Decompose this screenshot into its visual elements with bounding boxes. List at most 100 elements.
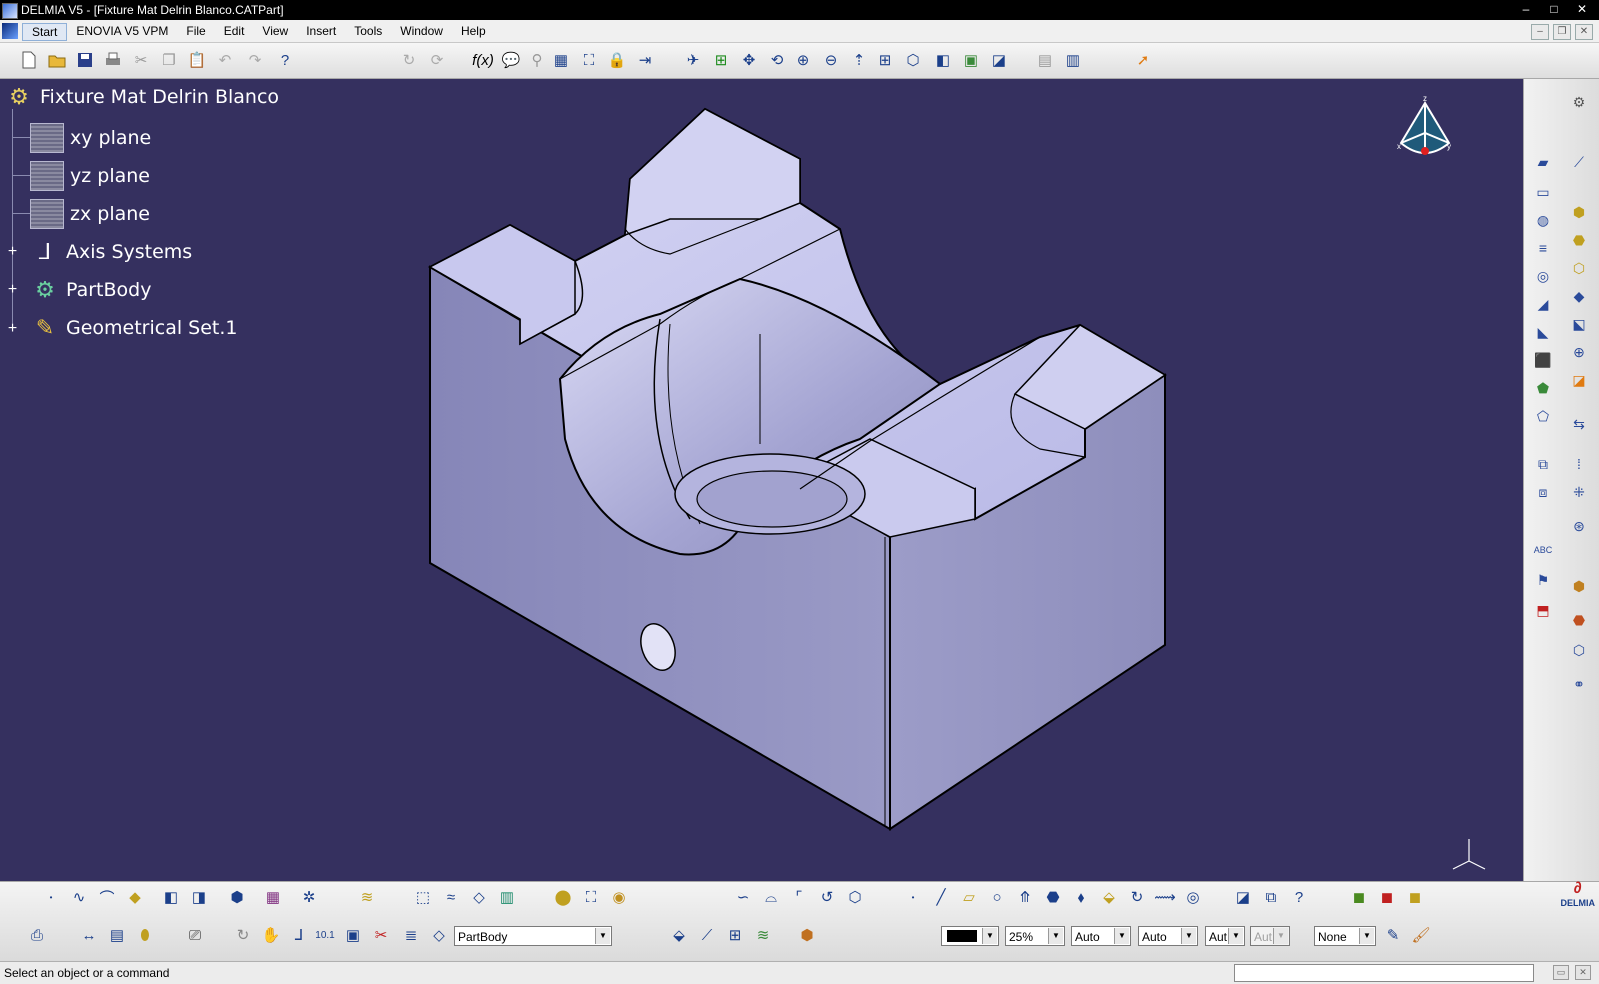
layer-select[interactable]: None ▼ (1314, 926, 1376, 946)
compass-widget[interactable]: z x y (1395, 93, 1455, 173)
sketch-icon[interactable]: ⟋ (1568, 151, 1590, 173)
groove-icon[interactable]: ◍ (1532, 209, 1554, 231)
material-icon[interactable]: ⛶ (580, 886, 602, 908)
dimension-icon[interactable]: ↔ (78, 924, 100, 946)
scaling-icon[interactable]: ⊛ (1568, 515, 1590, 537)
color-select[interactable]: ▼ (941, 926, 999, 946)
shaft-icon[interactable]: ⬢ (1568, 201, 1590, 223)
connect-icon[interactable]: ↺ (816, 886, 838, 908)
remove-face-icon[interactable]: ⬠ (1532, 405, 1554, 427)
fill-icon[interactable]: ⬣ (1042, 886, 1064, 908)
paste-icon[interactable]: 📋 (186, 49, 208, 71)
copy-icon[interactable]: ❐ (158, 49, 180, 71)
layers-icon[interactable]: ≋ (356, 886, 378, 908)
offset-icon[interactable]: ◇ (468, 886, 490, 908)
properties-brush-icon[interactable]: 🖌 (1410, 924, 1432, 946)
fillet-icon[interactable]: ◢ (1532, 293, 1554, 315)
normal-view-icon[interactable]: ⇡ (848, 49, 870, 71)
settings-icon[interactable]: ⚙ (1568, 91, 1590, 113)
rendering-3-icon[interactable]: ◼ (1404, 886, 1426, 908)
circle-icon[interactable]: ○ (986, 886, 1008, 908)
table-icon[interactable]: ▦ (550, 49, 572, 71)
flag-note-icon[interactable]: ⚑ (1532, 569, 1554, 591)
pocket-icon[interactable]: ▭ (1532, 181, 1554, 203)
menu-start[interactable]: Start (22, 23, 68, 41)
rendering-1-icon[interactable]: ◼ (1348, 886, 1370, 908)
split-icon[interactable]: ◪ (1568, 369, 1590, 391)
properties-icon[interactable]: ▤ (1034, 49, 1056, 71)
extrude-icon[interactable]: ◧ (160, 886, 182, 908)
parameters-icon[interactable]: ⇥ (634, 49, 656, 71)
project-curve-icon[interactable]: ∽ (732, 886, 754, 908)
menu-window[interactable]: Window (391, 23, 452, 41)
bottle-icon[interactable]: ⬮ (134, 924, 156, 946)
boundary-icon[interactable]: ⬚ (412, 886, 434, 908)
fit-all-icon[interactable]: ⊞ (710, 49, 732, 71)
sweep-icon[interactable]: ⬢ (226, 886, 248, 908)
doc-minimize-button[interactable]: – (1531, 24, 1549, 40)
assemble-icon[interactable]: ⬢ (1568, 575, 1590, 597)
circ-pattern-icon[interactable]: ⧈ (1532, 481, 1554, 503)
user-pattern-icon[interactable]: ⁜ (1568, 481, 1590, 503)
open-folder-icon[interactable] (46, 49, 68, 71)
curve-icon[interactable]: ⌒ (96, 886, 118, 908)
corner-icon[interactable]: ⌜ (788, 886, 810, 908)
expand-axis-systems-icon[interactable]: + (6, 244, 19, 260)
draft-analysis-icon[interactable]: ⬙ (668, 924, 690, 946)
helix-icon[interactable]: ↻ (1126, 886, 1148, 908)
manual-update-icon[interactable]: ⟳ (426, 49, 448, 71)
shading-icon[interactable]: ◧ (932, 49, 954, 71)
join-icon[interactable]: ▥ (496, 886, 518, 908)
grid-icon[interactable]: ▦ (262, 886, 284, 908)
3d-viewport[interactable]: ⚙ Fixture Mat Delrin Blanco xy plane yz … (0, 79, 1523, 881)
point-symbol-select[interactable]: Aut ▼ (1205, 926, 1245, 946)
mirror-icon[interactable]: ⧉ (1532, 453, 1554, 475)
thread-icon[interactable]: ⬟ (1532, 377, 1554, 399)
shell-icon[interactable]: ⊕ (1568, 341, 1590, 363)
menu-tools[interactable]: Tools (345, 23, 391, 41)
add-icon[interactable]: ⬣ (1568, 609, 1590, 631)
chamfer-icon[interactable]: ⬕ (1568, 313, 1590, 335)
rendering-2-icon[interactable]: ◼ (1376, 886, 1398, 908)
loft-icon[interactable]: ◆ (1568, 285, 1590, 307)
render-icon[interactable]: ◉ (608, 886, 630, 908)
maximize-button[interactable]: □ (1543, 1, 1565, 18)
slot-icon[interactable]: ⬡ (1568, 257, 1590, 279)
multi-view-icon[interactable]: ⊞ (874, 49, 896, 71)
menu-view[interactable]: View (253, 23, 297, 41)
doc-restore-button[interactable]: ❐ (1553, 24, 1571, 40)
menu-file[interactable]: File (177, 23, 214, 41)
expand-partbody-icon[interactable]: + (6, 282, 19, 298)
pad-icon[interactable]: ▰ (1532, 151, 1554, 173)
annotation-text-icon[interactable]: ABC (1532, 539, 1554, 561)
undo-icon[interactable]: ↶ (214, 49, 236, 71)
swap-space-icon[interactable]: ◪ (988, 49, 1010, 71)
zoom-out-icon[interactable]: ⊖ (820, 49, 842, 71)
expand-geometrical-set-icon[interactable]: + (6, 321, 19, 337)
menu-enovia[interactable]: ENOVIA V5 VPM (67, 23, 177, 41)
sweep-surface-icon[interactable]: ⬙ (1098, 886, 1120, 908)
blend-icon[interactable]: ≈ (440, 886, 462, 908)
line-type-select[interactable]: Auto ▼ (1138, 926, 1198, 946)
hand-icon[interactable]: ✋ (260, 924, 282, 946)
lock-icon[interactable]: 🔒 (606, 49, 628, 71)
binary-icon[interactable]: 10.1 (314, 924, 336, 946)
iso-view-icon[interactable]: ⬡ (902, 49, 924, 71)
stack-icon[interactable]: ≣ (400, 924, 422, 946)
measure-icon[interactable]: ⬡ (844, 886, 866, 908)
command-input[interactable] (1234, 964, 1534, 982)
catia-logo-icon[interactable] (2, 23, 18, 39)
fly-mode-icon[interactable]: ✈ (682, 49, 704, 71)
multi-section-icon[interactable]: ⬧ (1070, 886, 1092, 908)
refresh-icon[interactable]: ↻ (232, 924, 254, 946)
box-icon[interactable]: ▣ (342, 924, 364, 946)
catalog-icon[interactable]: ⛶ (578, 49, 600, 71)
print-icon[interactable] (102, 49, 124, 71)
paint-icon[interactable]: ⬢ (796, 924, 818, 946)
projection-icon[interactable]: ⤊ (1014, 886, 1036, 908)
minimize-button[interactable]: – (1515, 1, 1537, 18)
plane-tool-icon[interactable]: ▱ (958, 886, 980, 908)
intersection-icon[interactable]: ⌓ (760, 886, 782, 908)
cut-icon[interactable]: ✂ (130, 49, 152, 71)
save-icon[interactable] (74, 49, 96, 71)
